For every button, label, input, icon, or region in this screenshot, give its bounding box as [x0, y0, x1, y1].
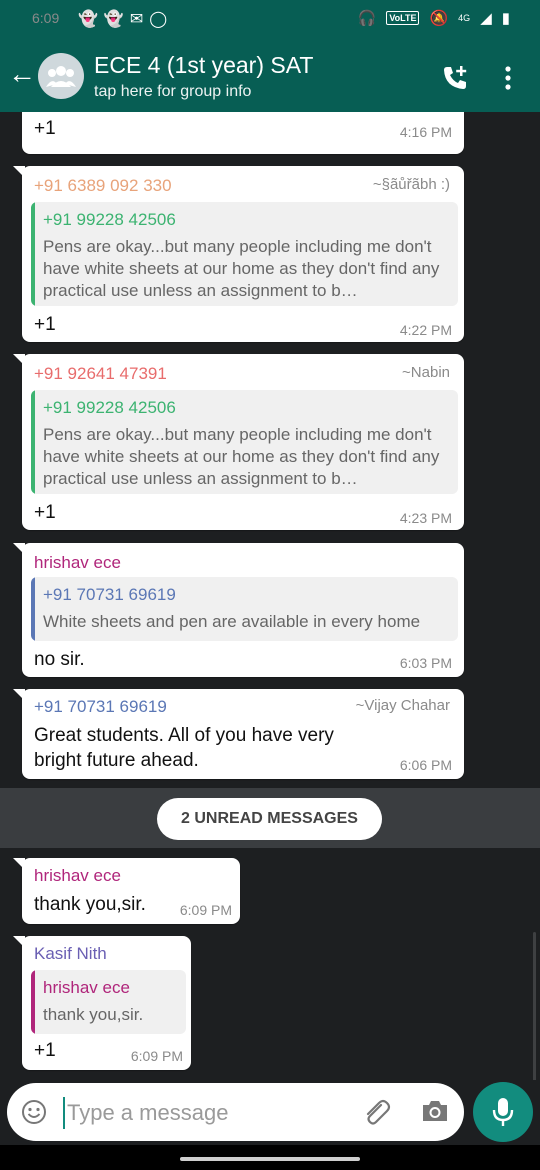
message-bubble[interactable]: +91 70731 69619 ~Vijay Chahar Great stud… [13, 689, 464, 779]
sender-name: Kasif Nith [34, 944, 107, 963]
microphone-icon [492, 1098, 514, 1126]
quote-bar [31, 970, 35, 1034]
message-text: +1 [34, 314, 56, 335]
message-text: Great students. All of you have very bri… [34, 725, 334, 771]
quoted-text: Pens are okay...but many people includin… [43, 425, 440, 488]
sender-name: +91 70731 69619 [34, 697, 167, 716]
whatsapp-icon: ◯ [149, 11, 168, 28]
signal-icon: ◢ [480, 10, 492, 27]
quoted-sender: +91 99228 42506 [43, 398, 176, 417]
message-bubble[interactable]: +91 6389 092 330 ~§ãůřãbh :) +91 99228 4… [13, 166, 464, 342]
message-time: 6:06 PM [399, 757, 452, 773]
message-input[interactable] [63, 1097, 349, 1129]
headphones-icon: 🎧 [357, 10, 377, 27]
sender-name: hrishav ece [34, 866, 121, 885]
message-list[interactable]: +1 4:16 PM +91 6389 092 330 ~§ãůřãbh :) … [0, 112, 540, 1080]
quoted-message[interactable]: hrishav ece thank you,sir. [31, 970, 186, 1034]
quote-bar [31, 390, 35, 494]
notification-icons: 👻 👻 ✉ ◯ [78, 9, 167, 29]
snapchat-icon-2: 👻 [103, 11, 124, 28]
message-text: thank you,sir. [34, 894, 146, 915]
message-bubble[interactable]: hrishav ece +91 70731 69619 White sheets… [13, 543, 464, 677]
sender-name: +91 92641 47391 [34, 364, 167, 383]
attachment-icon[interactable] [361, 1097, 391, 1127]
emoji-icon[interactable] [21, 1099, 47, 1125]
sender-alias: ~§ãůřãbh :) [372, 176, 450, 193]
battery-icon: ▮ [501, 10, 510, 27]
message-bubble[interactable]: hrishav ece thank you,sir. 6:09 PM [13, 858, 240, 924]
quoted-sender: hrishav ece [43, 978, 130, 997]
quoted-text: White sheets and pen are available in ev… [43, 612, 421, 631]
gmail-icon: ✉ [129, 11, 144, 28]
message-text: no sir. [34, 649, 85, 670]
sender-name: hrishav ece [34, 553, 121, 572]
back-arrow-icon[interactable]: ← [8, 58, 36, 90]
quoted-text: Pens are okay...but many people includin… [43, 237, 440, 300]
message-composer[interactable] [7, 1083, 464, 1141]
group-avatar[interactable] [38, 53, 84, 99]
status-bar: 6:09 👻 👻 ✉ ◯ 🎧 VoLTE 🔕 4G ◢ ▮ [0, 0, 540, 40]
message-bubble[interactable]: +91 92641 47391 ~Nabin +91 99228 42506 P… [13, 354, 464, 530]
message-time: 6:03 PM [399, 655, 452, 671]
message-text: +1 [34, 118, 56, 139]
camera-icon[interactable] [420, 1098, 450, 1124]
message-time: 4:23 PM [399, 510, 452, 526]
add-call-icon[interactable] [441, 64, 469, 92]
system-icons: 🎧 VoLTE 🔕 4G ◢ ▮ [358, 9, 510, 27]
scrollbar[interactable] [533, 932, 536, 1080]
network-label: 4G [458, 13, 471, 23]
snapchat-icon: 👻 [78, 11, 98, 28]
volte-badge: VoLTE [386, 11, 420, 25]
message-bubble[interactable]: +1 4:16 PM [22, 112, 464, 154]
voice-record-button[interactable] [473, 1082, 533, 1142]
quoted-message[interactable]: +91 99228 42506 Pens are okay...but many… [31, 202, 458, 306]
sender-name: +91 6389 092 330 [34, 176, 172, 195]
more-options-icon[interactable] [503, 66, 513, 90]
chat-title[interactable]: ECE 4 (1st year) SAT [94, 52, 313, 79]
unread-divider: 2 UNREAD MESSAGES [0, 788, 540, 848]
quoted-text: thank you,sir. [43, 1005, 144, 1024]
sender-alias: ~Nabin [402, 364, 450, 381]
muted-bell-icon: 🔕 [429, 10, 449, 27]
quoted-message[interactable]: +91 99228 42506 Pens are okay...but many… [31, 390, 458, 494]
quote-bar [31, 202, 35, 306]
chat-header[interactable]: ← ECE 4 (1st year) SAT tap here for grou… [0, 40, 540, 112]
sender-alias: ~Vijay Chahar [355, 697, 450, 714]
quoted-message[interactable]: +91 70731 69619 White sheets and pen are… [31, 577, 458, 641]
message-time: 6:09 PM [179, 902, 232, 918]
quoted-sender: +91 99228 42506 [43, 210, 176, 229]
system-nav-bar [0, 1145, 540, 1170]
quote-bar [31, 577, 35, 641]
message-text: +1 [34, 1040, 56, 1061]
home-gesture-handle[interactable] [180, 1157, 360, 1161]
message-bubble[interactable]: Kasif Nith hrishav ece thank you,sir. +1… [13, 936, 191, 1070]
message-time: 4:22 PM [399, 322, 452, 338]
group-icon [46, 66, 76, 87]
chat-subtitle[interactable]: tap here for group info [94, 83, 251, 101]
message-time: 4:16 PM [399, 124, 452, 140]
unread-messages-label: 2 UNREAD MESSAGES [157, 798, 382, 840]
message-time: 6:09 PM [130, 1048, 183, 1064]
message-text: +1 [34, 502, 56, 523]
quoted-sender: +91 70731 69619 [43, 585, 176, 604]
